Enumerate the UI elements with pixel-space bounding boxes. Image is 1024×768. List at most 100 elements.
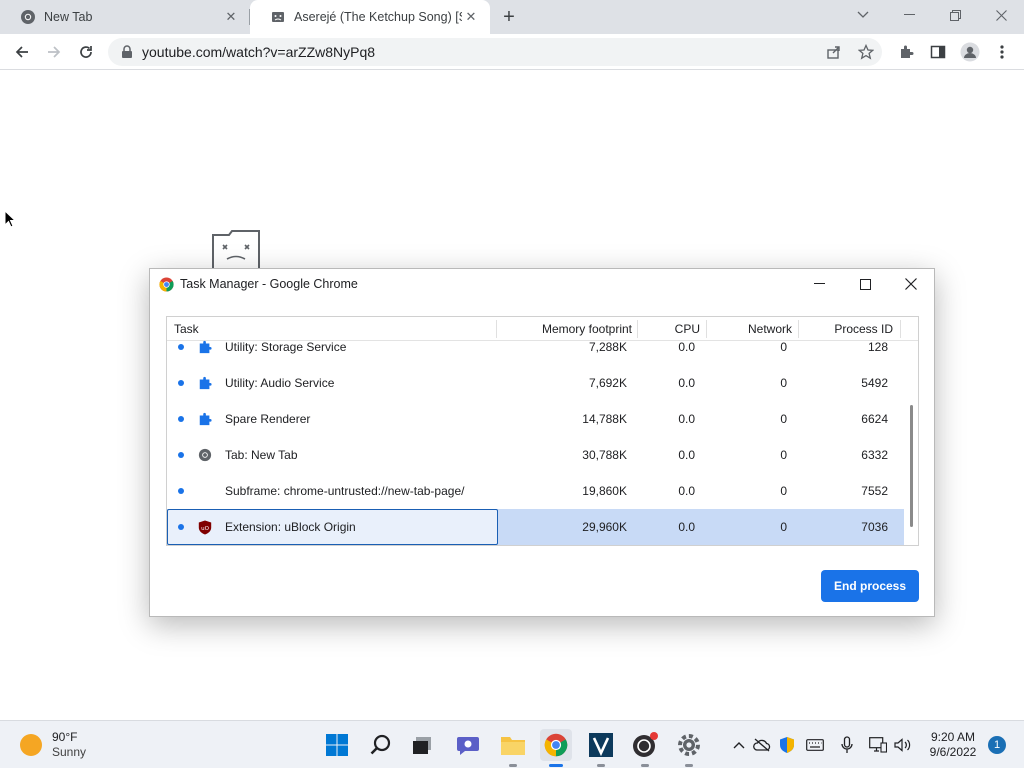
running-indicator [509, 764, 517, 767]
task-name: Utility: Storage Service [225, 340, 347, 354]
microphone-icon[interactable] [837, 735, 857, 755]
puzzle-icon [197, 375, 213, 391]
process-id-value: 5492 [861, 376, 888, 390]
tab-new-tab[interactable]: New Tab ✕ [0, 0, 250, 34]
end-process-button[interactable]: End process [821, 570, 919, 602]
network-icon[interactable] [868, 735, 888, 755]
task-name: Subframe: chrome-untrusted://new-tab-pag… [225, 484, 465, 498]
security-shield-icon[interactable] [777, 735, 797, 755]
close-window-button[interactable] [978, 0, 1024, 30]
process-table: Task Memory footprint CPU Network Proces… [166, 316, 919, 546]
weather-temperature: 90°F [52, 730, 78, 744]
vegas-app-icon[interactable] [585, 729, 617, 767]
profile-avatar-icon[interactable] [956, 38, 984, 66]
sad-tab-icon [270, 9, 286, 25]
row-bullet [178, 488, 184, 494]
tab-close-icon[interactable]: ✕ [462, 8, 480, 26]
running-indicator [641, 764, 649, 767]
extensions-icon[interactable] [892, 38, 920, 66]
sad-tab-page-icon [211, 229, 261, 271]
forward-button[interactable] [40, 38, 68, 66]
memory-value: 7,288K [588, 340, 627, 354]
table-row[interactable]: Utility: Storage Service 7,288K 0.0 0 12… [167, 329, 904, 365]
settings-gear-icon[interactable] [673, 729, 705, 767]
task-name: Utility: Audio Service [225, 376, 335, 390]
chrome-taskbar-icon[interactable] [540, 729, 572, 767]
row-bullet [178, 344, 184, 350]
share-icon[interactable] [820, 38, 848, 66]
process-id-value: 6624 [861, 412, 888, 426]
weather-widget[interactable]: 90°F Sunny [20, 730, 86, 760]
lock-icon[interactable] [120, 45, 134, 59]
tm-close-button[interactable] [888, 269, 934, 299]
onedrive-offline-icon[interactable] [752, 735, 772, 755]
process-id-value: 7036 [861, 520, 888, 534]
teams-chat-icon[interactable] [452, 729, 484, 761]
reload-button[interactable] [72, 38, 100, 66]
table-row[interactable]: Spare Renderer 14,788K 0.0 0 6624 [167, 401, 904, 437]
back-button[interactable] [8, 38, 36, 66]
side-panel-icon[interactable] [924, 38, 952, 66]
tm-minimize-button[interactable] [796, 269, 842, 299]
task-name: Extension: uBlock Origin [225, 520, 356, 534]
puzzle-icon [197, 339, 213, 355]
start-button-icon[interactable] [321, 729, 353, 761]
scrollbar-thumb[interactable] [910, 405, 913, 527]
table-row-selected[interactable]: uO Extension: uBlock Origin 29,960K 0.0 … [167, 509, 904, 545]
network-value: 0 [780, 520, 787, 534]
network-value: 0 [780, 376, 787, 390]
row-bullet [178, 416, 184, 422]
running-indicator [685, 764, 693, 767]
network-value: 0 [780, 412, 787, 426]
ublock-icon: uO [197, 519, 213, 535]
task-name: Spare Renderer [225, 412, 311, 426]
row-bullet [178, 380, 184, 386]
table-row[interactable]: Utility: Audio Service 7,692K 0.0 0 5492 [167, 365, 904, 401]
clock-date: 9/6/2022 [929, 745, 977, 759]
weather-condition: Sunny [52, 745, 87, 759]
table-row[interactable]: Subframe: chrome-untrusted://new-tab-pag… [167, 473, 904, 509]
tab-title: Aserejé (The Ketchup Song) [Spa [294, 10, 462, 24]
minimize-button[interactable] [886, 0, 932, 30]
table-row[interactable]: Tab: New Tab 30,788K 0.0 0 6332 [167, 437, 904, 473]
menu-kebab-icon[interactable] [988, 38, 1016, 66]
chevron-up-icon[interactable] [729, 735, 749, 755]
tm-maximize-button[interactable] [842, 269, 888, 299]
process-id-value: 7552 [861, 484, 888, 498]
puzzle-icon [197, 411, 213, 427]
row-bullet [178, 524, 184, 530]
memory-value: 19,860K [582, 484, 627, 498]
vertical-scrollbar[interactable] [906, 341, 918, 545]
address-bar[interactable]: youtube.com/watch?v=arZZw8NyPq8 [108, 38, 882, 66]
file-explorer-icon[interactable] [497, 729, 529, 767]
memory-value: 14,788K [582, 412, 627, 426]
task-manager-window: Task Manager - Google Chrome Task Memory… [149, 268, 935, 617]
memory-value: 7,692K [588, 376, 627, 390]
chrome-icon [20, 9, 36, 25]
task-name: Tab: New Tab [225, 448, 298, 462]
restore-button[interactable] [932, 0, 978, 30]
mouse-cursor-icon [4, 209, 17, 228]
cpu-value: 0.0 [678, 484, 695, 498]
table-body: Utility: Storage Service 7,288K 0.0 0 12… [167, 340, 904, 545]
svg-text:uO: uO [201, 525, 209, 531]
search-icon[interactable] [365, 729, 397, 761]
cpu-value: 0.0 [678, 376, 695, 390]
process-id-value: 6332 [861, 448, 888, 462]
tab-ketchup-song[interactable]: Aserejé (The Ketchup Song) [Spa ✕ [250, 0, 490, 34]
tab-search-icon[interactable] [840, 0, 886, 30]
task-manager-titlebar: Task Manager - Google Chrome [150, 269, 934, 299]
volume-icon[interactable] [893, 735, 913, 755]
clock-time: 9:20 AM [930, 730, 976, 744]
system-clock[interactable]: 9:20 AM 9/6/2022 [920, 730, 986, 760]
notification-badge[interactable]: 1 [988, 736, 1006, 754]
obs-studio-icon[interactable] [629, 729, 661, 767]
chrome-icon [197, 447, 213, 463]
task-view-icon[interactable] [406, 729, 438, 761]
new-tab-button[interactable]: + [498, 6, 520, 28]
tab-close-icon[interactable]: ✕ [222, 8, 240, 26]
bookmark-star-icon[interactable] [852, 38, 880, 66]
tab-strip: New Tab ✕ Aserejé (The Ketchup Song) [Sp… [0, 0, 1024, 34]
cpu-value: 0.0 [678, 340, 695, 354]
keyboard-icon[interactable] [805, 735, 825, 755]
